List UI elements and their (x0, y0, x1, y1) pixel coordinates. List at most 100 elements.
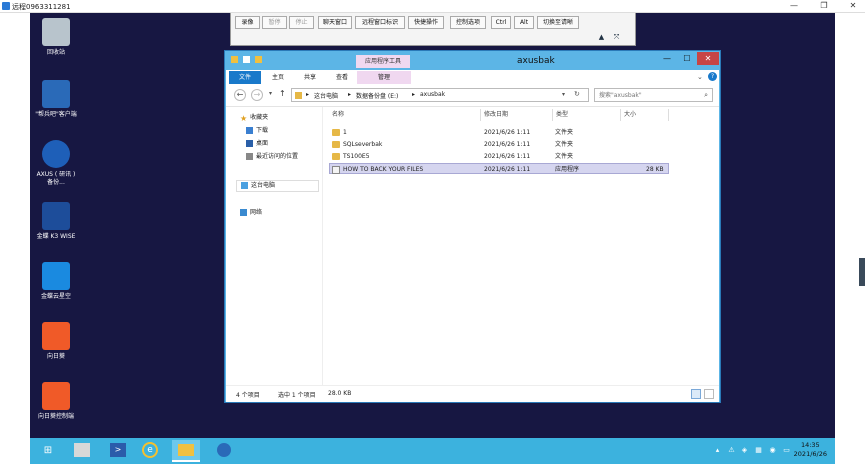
desktop-icon-axus[interactable]: AXUS ( 研讯 ) 备份... (33, 140, 79, 187)
application-icon (332, 165, 340, 174)
network-icon (240, 209, 247, 216)
file-size: 28 KB (646, 166, 664, 173)
tray-warning-icon[interactable]: ⚠ (727, 446, 736, 455)
start-button[interactable]: ⊞ (34, 440, 62, 462)
expand-icon[interactable]: ⤧ (612, 33, 621, 42)
explorer-close-button[interactable]: ✕ (697, 52, 719, 65)
tray-volume-icon[interactable]: ◉ (768, 446, 777, 455)
tray-expand-icon[interactable]: ▴ (713, 446, 722, 455)
explorer-minimize-button[interactable]: — (657, 52, 677, 65)
column-header-type[interactable]: 类型 (553, 109, 621, 121)
nav-desktop[interactable]: 桌面 (246, 139, 268, 149)
folder-icon (231, 56, 238, 63)
search-box[interactable]: ⌕ (594, 88, 713, 102)
details-view-icon[interactable] (691, 389, 701, 399)
desktop-icon-k3-wise[interactable]: 金蝶 K3 WISE (33, 202, 79, 241)
file-explorer-taskbar-icon[interactable] (172, 440, 200, 462)
quick-actions-button[interactable]: 快捷操作 (408, 16, 444, 29)
navigation-pane: ★ 收藏夹 下载 桌面 最近访问的位置 这台电脑 网络 (226, 107, 323, 385)
restore-button[interactable]: ❐ (814, 1, 834, 11)
tab-manage[interactable]: 管理 (357, 71, 411, 84)
file-explorer-window: 应用程序工具 axusbak — ☐ ✕ 文件 主页 共享 查看 管理 ⌄ ? … (224, 50, 721, 403)
tab-view[interactable]: 查看 (330, 71, 354, 84)
desktop-icon-recycle-bin[interactable]: 回收站 (33, 18, 79, 57)
recent-locations-icon[interactable]: ▾ (269, 90, 272, 97)
path-dropdown-icon[interactable]: ▾ (562, 91, 565, 98)
file-row[interactable]: 1 2021/6/26 1:11 文件夹 (329, 127, 669, 138)
remote-window-id-button[interactable]: 远程窗口标识 (355, 16, 405, 29)
minimize-button[interactable]: — (784, 1, 804, 11)
file-type: 文件夹 (555, 129, 574, 136)
quick-access-toolbar[interactable] (231, 56, 263, 65)
powershell-icon[interactable]: > (104, 440, 132, 462)
context-tab-app-tools: 应用程序工具 (356, 55, 410, 68)
desktop-icon-sunflower-control[interactable]: 向日葵控制端 (33, 382, 79, 421)
column-header-name[interactable]: 名称 (329, 109, 481, 121)
file-row-selected[interactable]: HOW TO BACK YOUR FILES 2021/6/26 1:11 应用… (329, 163, 669, 174)
breadcrumb-axusbak[interactable]: axusbak (420, 91, 445, 98)
breadcrumb-drive-e[interactable]: 数据备份盘 (E:) (356, 91, 398, 100)
record-button[interactable]: 录像 (235, 16, 260, 29)
file-row[interactable]: SQLseverbak 2021/6/26 1:11 文件夹 (329, 139, 669, 150)
control-options-button[interactable]: 控制选项 (450, 16, 486, 29)
pin-icon[interactable]: ▲ (597, 33, 606, 42)
file-list: 名称 修改日期 类型 大小 1 2021/6/26 1:11 文件夹 SQLse… (323, 107, 719, 385)
refresh-icon[interactable]: ↻ (574, 90, 580, 98)
switch-quality-button[interactable]: 切换至请晰 (537, 16, 579, 29)
search-input[interactable] (595, 89, 695, 101)
selected-count: 选中 1 个项目 (278, 392, 316, 399)
pause-button[interactable]: 暂停 (262, 16, 287, 29)
taskbar-clock[interactable]: 14:35 2021/6/26 (794, 441, 827, 459)
status-bar: 4 个项目 选中 1 个项目 28.0 KB (226, 385, 719, 402)
explorer-titlebar: 应用程序工具 axusbak — ☐ ✕ (225, 51, 720, 70)
chat-window-button[interactable]: 聊天窗口 (318, 16, 352, 29)
address-path[interactable]: ▸ 这台电脑 ▸ 数据备份盘 (E:) ▸ axusbak ▾ ↻ (291, 88, 589, 102)
server-manager-icon[interactable] (68, 440, 96, 462)
close-button[interactable]: ✕ (843, 1, 863, 11)
recycle-bin-icon (42, 18, 70, 46)
breadcrumb-this-pc[interactable]: 这台电脑 (314, 91, 338, 100)
forward-button[interactable]: → (251, 89, 263, 101)
remote-toolbar: 录像 暂停 停止 聊天窗口 远程窗口标识 快捷操作 控制选项 Ctrl Alt … (230, 13, 636, 46)
desktop-icon-client[interactable]: "帮兵吧"客户端 (33, 80, 79, 119)
nav-recent-places[interactable]: 最近访问的位置 (246, 152, 298, 162)
ctrl-key-button[interactable]: Ctrl (491, 16, 511, 29)
nav-favorites[interactable]: ★ 收藏夹 (240, 113, 268, 123)
up-button[interactable]: ↑ (279, 89, 286, 98)
desktop-folder-icon (246, 140, 253, 147)
properties-icon (243, 56, 251, 63)
new-folder-icon (255, 56, 263, 63)
search-icon[interactable]: ⌕ (704, 91, 708, 100)
tab-home[interactable]: 主页 (266, 71, 290, 84)
alt-key-button[interactable]: Alt (514, 16, 534, 29)
tab-share[interactable]: 共享 (298, 71, 322, 84)
nav-network[interactable]: 网络 (240, 208, 262, 218)
desktop-icon-sunflower[interactable]: 向日葵 (33, 322, 79, 361)
column-header-size[interactable]: 大小 (621, 109, 669, 121)
large-icons-view-icon[interactable] (704, 389, 714, 399)
tray-network-icon[interactable]: ▦ (754, 446, 763, 455)
file-row[interactable]: TS100E5 2021/6/26 1:11 文件夹 (329, 151, 669, 162)
internet-explorer-icon[interactable]: e (136, 440, 164, 462)
help-icon[interactable]: ? (708, 72, 717, 81)
column-header-date[interactable]: 修改日期 (481, 109, 553, 121)
back-button[interactable]: ← (234, 89, 246, 101)
tray-shield-icon[interactable]: ◈ (740, 446, 749, 455)
file-type: 文件夹 (555, 153, 574, 160)
client-taskbar-icon[interactable] (210, 440, 238, 462)
folder-icon (332, 129, 340, 136)
ribbon-tabs: 文件 主页 共享 查看 管理 ⌄ ? (226, 70, 719, 84)
desktop-icon-kingdee-cloud[interactable]: 金蝶云星空 (33, 262, 79, 301)
nav-downloads[interactable]: 下载 (246, 126, 268, 136)
file-type: 应用程序 (555, 166, 580, 173)
stop-button[interactable]: 停止 (289, 16, 314, 29)
expand-ribbon-icon[interactable]: ⌄ (697, 73, 703, 81)
file-name: 1 (343, 129, 347, 136)
explorer-maximize-button[interactable]: ☐ (677, 52, 697, 65)
tab-file[interactable]: 文件 (229, 71, 261, 84)
sunflower-icon (42, 322, 70, 350)
tray-keyboard-icon[interactable]: ▭ (782, 446, 791, 455)
computer-icon (241, 182, 248, 189)
side-handle[interactable] (859, 258, 865, 286)
nav-this-pc[interactable]: 这台电脑 (236, 180, 319, 192)
